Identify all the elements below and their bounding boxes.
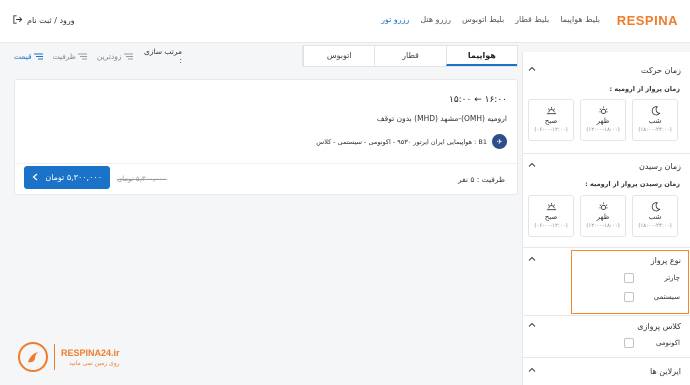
section-divider [523, 247, 690, 248]
departure-time-title: زمان حرکت [640, 66, 681, 75]
chevron-left-icon [32, 173, 38, 183]
slot-range: (۱۸:۰۰-۲۴:۰۰) [638, 223, 672, 229]
section-divider [523, 315, 690, 316]
economy-checkbox[interactable] [624, 338, 634, 348]
price-label: ۵,۳۰۰,۰۰۰ تومان [45, 173, 102, 182]
sunrise-icon [546, 106, 556, 115]
airline-info: ✈ هواپیمایی ایران ایرتور ۹۵۳۰ - اکونومی … [316, 134, 507, 149]
moon-icon [651, 202, 660, 212]
bird-logo-icon [18, 342, 48, 372]
brand-tagline: روی زمین نمی مانید [69, 359, 120, 367]
airline-details: هواپیمایی ایران ایرتور ۹۵۳۰ - اکونومی - … [316, 137, 487, 146]
flight-class-title: کلاس پروازی [637, 322, 681, 331]
section-divider [523, 153, 690, 154]
sort-option-earliest[interactable]: زودترین [97, 52, 133, 61]
transport-tabs: هواپیما قطار اتوبوس [302, 45, 518, 67]
arrival-slot-night[interactable]: شب (۱۸:۰۰-۲۴:۰۰) [632, 195, 678, 237]
departure-slot-noon[interactable]: ظهر (۱۲:۰۰-۱۸:۰۰) [580, 99, 626, 141]
nav-flight-ticket[interactable]: بلیط هواپیما [560, 15, 600, 24]
brand-text: RESPINA24.ir روی زمین نمی مانید [61, 348, 120, 367]
moon-icon [651, 106, 660, 116]
departure-subtitle: زمان پرواز از ارومیه : [609, 85, 680, 93]
login-icon [12, 14, 23, 27]
chevron-up-icon[interactable] [527, 160, 537, 172]
top-header: RESPINA بلیط هواپیما بلیط قطار بلیط اتوب… [0, 0, 690, 43]
airlines-title: ایرلاین ها [650, 367, 681, 376]
slot-name: ظهر [596, 213, 610, 221]
slot-range: (۱۲:۰۰-۱۸:۰۰) [586, 127, 620, 133]
card-divider [15, 163, 517, 164]
chevron-up-icon[interactable] [527, 64, 537, 76]
brand-separator [54, 344, 55, 370]
flight-route: ارومیه (OMH)-مشهد (MHD) بدون توقف [376, 114, 507, 123]
sort-bar: مرتب سازی : زودترین ظرفیت قیمت [14, 47, 182, 65]
departure-slot-night[interactable]: شب (۱۸:۰۰-۲۴:۰۰) [632, 99, 678, 141]
sun-icon [598, 106, 608, 114]
nav-tour-booking[interactable]: رزرو تور [381, 15, 409, 24]
tab-bus[interactable]: اتوبوس [303, 46, 374, 66]
departure-slot-morning[interactable]: صبح (۰۶:۰۰-۱۲:۰۰) [528, 99, 574, 141]
flight-result-card[interactable]: ۱۶:۰۰ ← ۱۵:۰۰ ارومیه (OMH)-مشهد (MHD) بد… [14, 79, 518, 195]
slot-range: (۰۶:۰۰-۱۲:۰۰) [534, 127, 568, 133]
arrival-slot-morning[interactable]: صبح (۰۶:۰۰-۱۲:۰۰) [528, 195, 574, 237]
flight-class-option-economy[interactable]: اکونومی [624, 338, 680, 348]
slot-name: صبح [544, 117, 558, 125]
tab-airplane[interactable]: هواپیما [445, 46, 517, 66]
slot-name: صبح [544, 213, 558, 221]
arrival-time-header[interactable]: زمان رسیدن [523, 158, 690, 176]
slot-name: ظهر [596, 117, 610, 125]
login-link[interactable]: ورود / ثبت نام [12, 14, 75, 27]
old-price: ۵٫۳۰۰٫۰۰۰ تومان [117, 175, 167, 183]
sort-lines-icon [33, 53, 43, 59]
option-label: اکونومی [655, 339, 680, 347]
flight-times: ۱۶:۰۰ ← ۱۵:۰۰ [448, 95, 507, 105]
flight-capacity: ظرفیت : ۵ نفر [457, 175, 505, 184]
arrival-subtitle: زمان رسیدن پرواز از ارومیه : [585, 180, 680, 188]
sort-label: مرتب سازی : [143, 47, 182, 65]
sort-option-capacity[interactable]: ظرفیت [53, 52, 87, 61]
slot-range: (۱۸:۰۰-۲۴:۰۰) [638, 127, 672, 133]
site-logo[interactable]: RESPINA [617, 13, 678, 28]
sort-option-label: قیمت [14, 51, 32, 61]
chevron-up-icon[interactable] [527, 254, 537, 266]
slot-name: شب [648, 213, 662, 221]
flight-class-header[interactable]: کلاس پروازی [523, 318, 690, 336]
flight-type-highlight-box [571, 250, 689, 314]
tab-train[interactable]: قطار [374, 46, 445, 66]
departure-time-header[interactable]: زمان حرکت [523, 62, 690, 80]
arrival-slot-noon[interactable]: ظهر (۱۲:۰۰-۱۸:۰۰) [580, 195, 626, 237]
select-price-button[interactable]: ۵,۳۰۰,۰۰۰ تومان [24, 166, 110, 189]
login-label: ورود / ثبت نام [27, 16, 75, 25]
brand-name: RESPINA24.ir [61, 347, 120, 358]
slot-name: شب [648, 117, 662, 125]
section-divider [523, 357, 690, 358]
sort-option-label: ظرفیت [52, 51, 76, 61]
nav-bus-ticket[interactable]: بلیط اتوبوس [462, 15, 504, 24]
main-nav: بلیط هواپیما بلیط قطار بلیط اتوبوس رزرو … [381, 15, 600, 24]
slot-range: (۰۶:۰۰-۱۲:۰۰) [534, 223, 568, 229]
nav-train-ticket[interactable]: بلیط قطار [515, 15, 549, 24]
brand-badge: RESPINA24.ir روی زمین نمی مانید [18, 342, 120, 372]
sort-option-label: زودترین [96, 51, 122, 61]
chevron-up-icon[interactable] [527, 365, 537, 377]
sort-lines-icon [77, 53, 87, 59]
arrival-time-title: زمان رسیدن [638, 162, 681, 171]
airline-logo-icon: ✈ [492, 134, 507, 149]
airlines-header[interactable]: ایرلاین ها [523, 363, 690, 381]
sun-icon [598, 202, 608, 210]
slot-range: (۱۲:۰۰-۱۸:۰۰) [586, 223, 620, 229]
sort-option-price[interactable]: قیمت [14, 52, 43, 61]
sort-lines-icon [123, 53, 133, 59]
sunrise-icon [546, 202, 556, 211]
chevron-up-icon[interactable] [527, 320, 537, 332]
nav-hotel-booking[interactable]: رزرو هتل [420, 15, 451, 24]
filter-sidebar: زمان حرکت زمان پرواز از ارومیه : شب (۱۸:… [522, 52, 690, 385]
